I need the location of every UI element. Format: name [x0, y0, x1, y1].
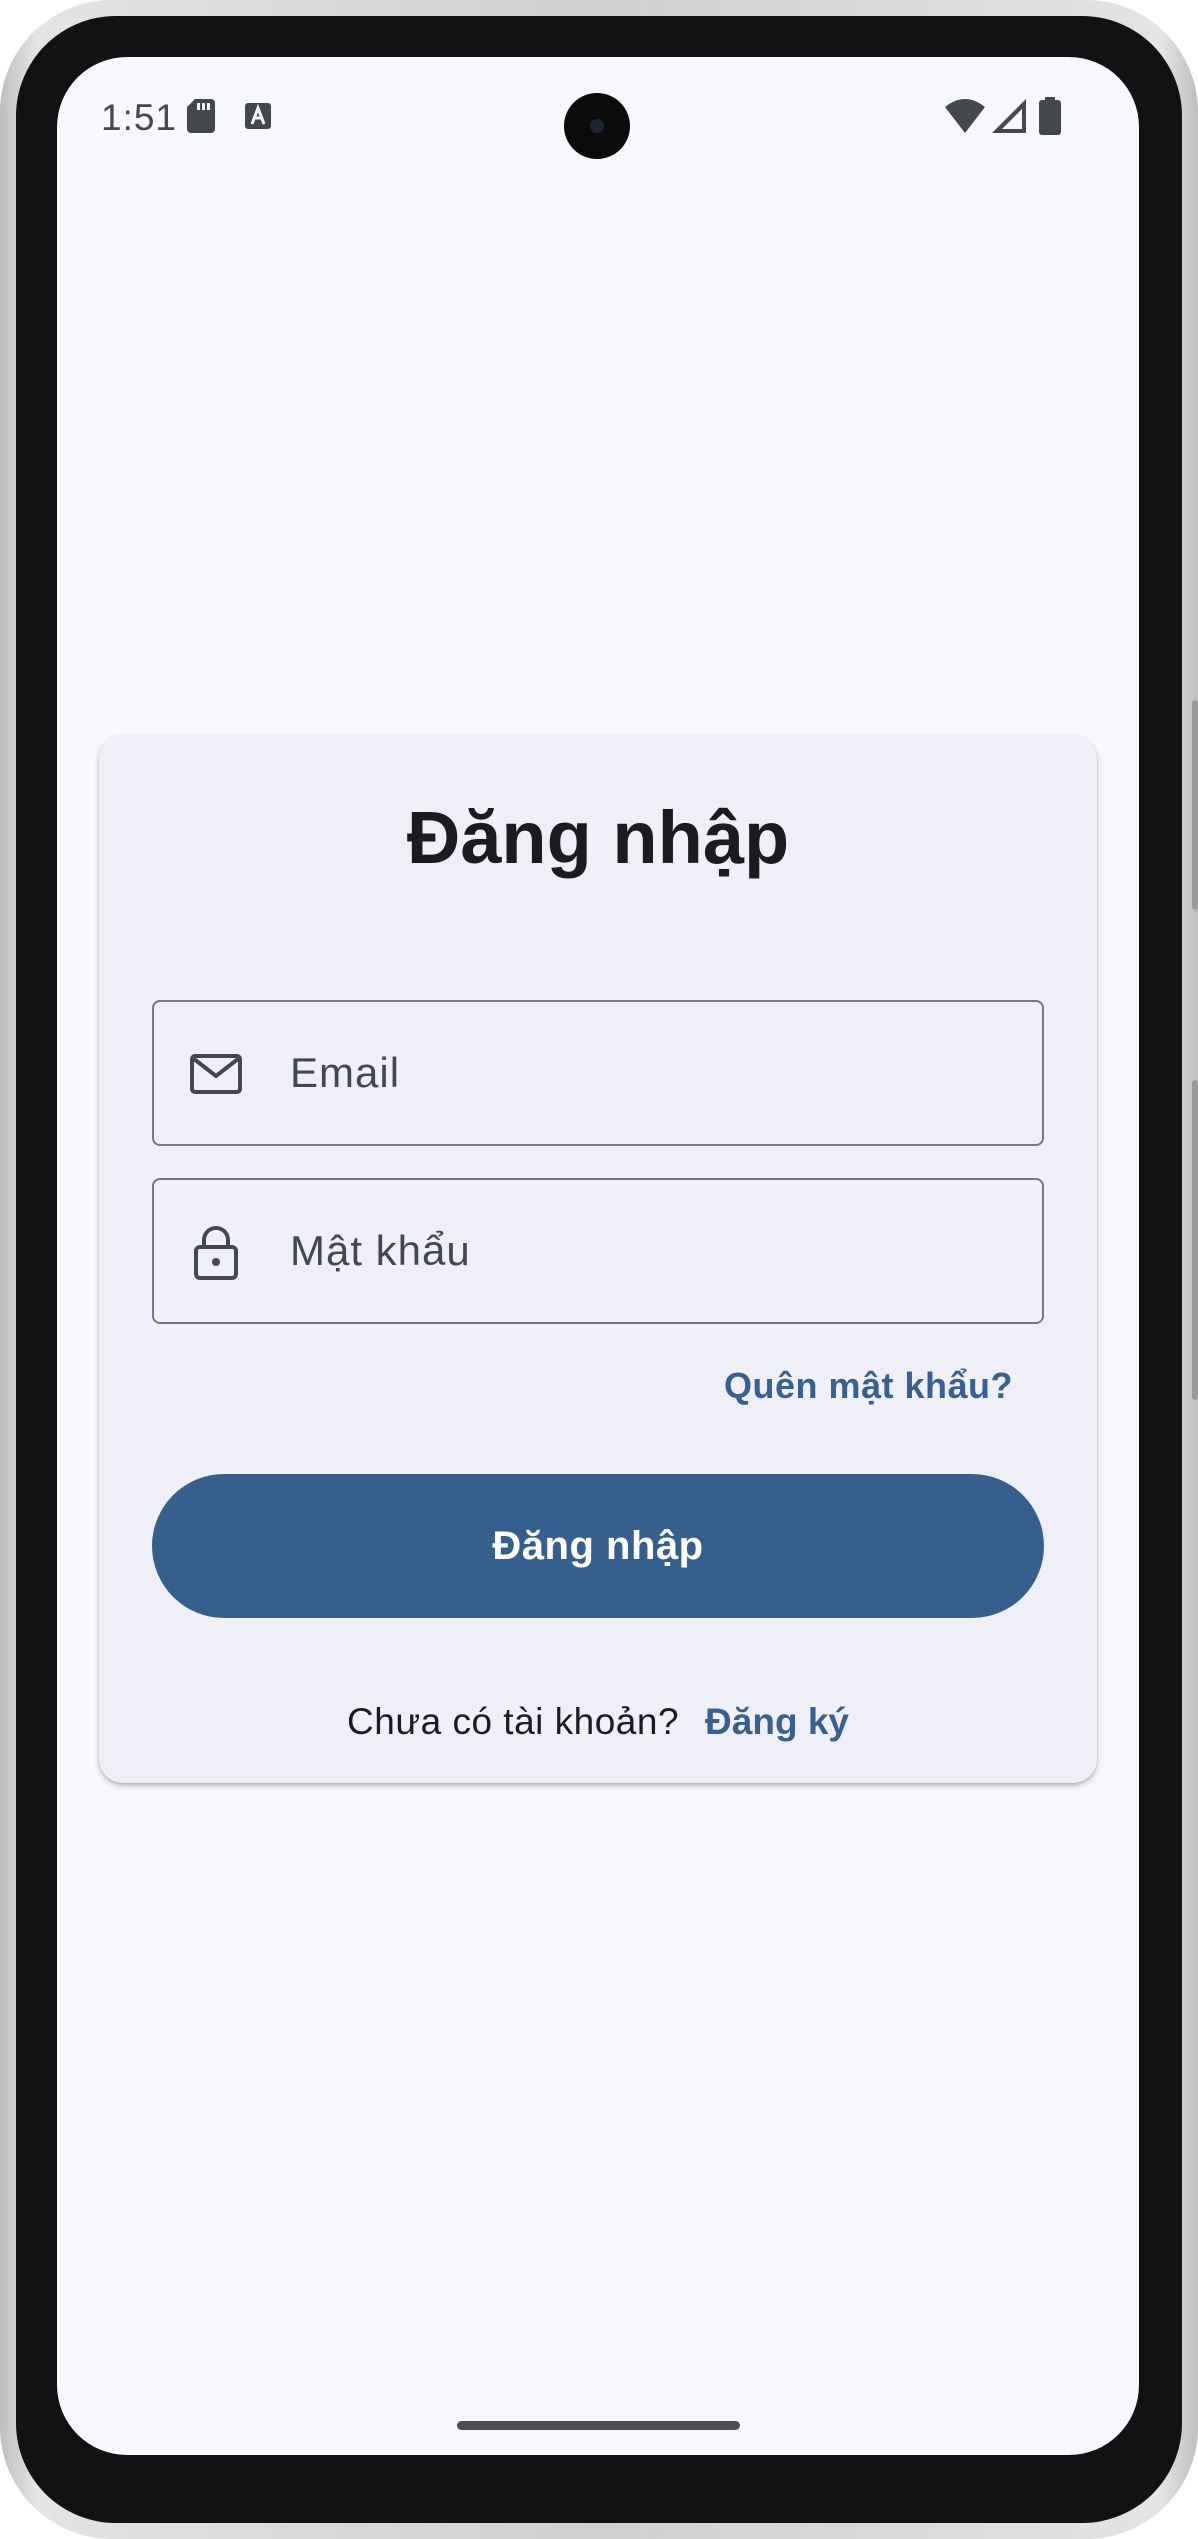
login-card: Đăng nhập Quên mật khẩu? Đăng nhập — [99, 735, 1097, 1783]
signup-row: Chưa có tài khoản? Đăng ký — [99, 1701, 1097, 1743]
email-input[interactable] — [290, 1002, 1010, 1144]
home-indicator[interactable] — [457, 2421, 740, 2430]
mail-icon — [190, 1054, 242, 1094]
status-time: 1:51 — [101, 97, 178, 138]
login-button[interactable]: Đăng nhập — [152, 1474, 1044, 1618]
forgot-password-link[interactable]: Quên mật khẩu? — [724, 1365, 1013, 1407]
status-bar: 1:51 — [57, 57, 1139, 177]
signup-link[interactable]: Đăng ký — [705, 1701, 849, 1742]
password-field[interactable] — [152, 1178, 1044, 1324]
page-title: Đăng nhập — [406, 796, 790, 879]
volume-button — [1192, 1080, 1198, 1400]
front-camera — [564, 93, 630, 159]
power-button — [1192, 700, 1198, 910]
signal-icon — [992, 99, 1026, 133]
email-field[interactable] — [152, 1000, 1044, 1146]
text-a-icon — [245, 103, 271, 129]
lock-icon — [194, 1226, 238, 1280]
password-input[interactable] — [290, 1180, 1010, 1322]
signup-prompt: Chưa có tài khoản? — [347, 1701, 680, 1742]
phone-frame: 1:51 Đăng nhập Email Quên mật khẩu? Đăng… — [0, 0, 1198, 2539]
battery-icon — [1039, 97, 1061, 135]
sd-card-icon — [187, 99, 215, 133]
wifi-icon — [945, 99, 985, 133]
screen: 1:51 Đăng nhập Email Quên mật khẩu? Đăng… — [57, 57, 1139, 2455]
